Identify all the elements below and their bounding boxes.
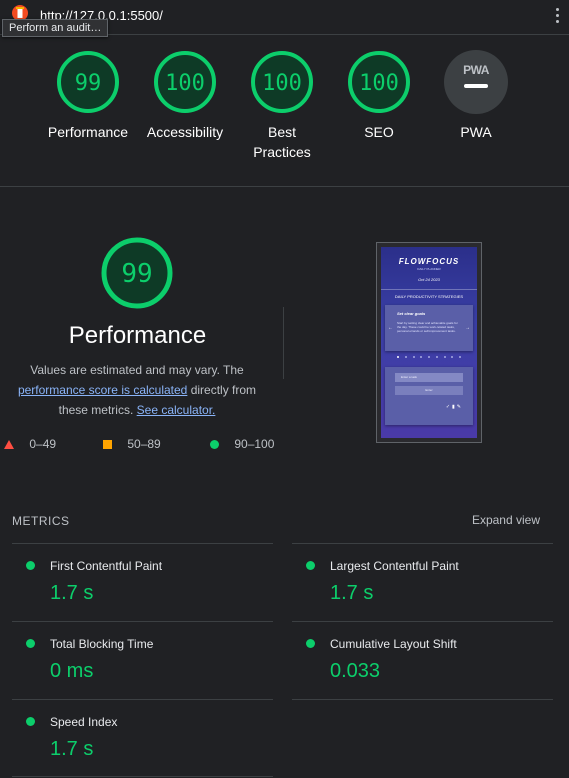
shot-left-arrow-icon: ← bbox=[388, 325, 393, 331]
desc-text-1: Values are estimated and may vary. The bbox=[30, 363, 244, 377]
score-calculated-link[interactable]: performance score is calculated bbox=[18, 383, 187, 397]
metric-value: 0.033 bbox=[330, 660, 381, 682]
shot-card: ← → Set clear goals Start by setting cle… bbox=[385, 305, 473, 351]
shot-carousel-dots bbox=[397, 356, 461, 358]
legend-average: 50–89 bbox=[103, 437, 161, 451]
metric-name: Largest Contentful Paint bbox=[330, 559, 459, 573]
shot-card-text: Start by setting clear and achievable go… bbox=[397, 321, 458, 333]
pwa-badge-icon: PWA bbox=[444, 50, 508, 114]
legend-fail-label: 0–49 bbox=[29, 437, 57, 451]
legend-pass-label: 90–100 bbox=[234, 437, 275, 451]
shot-task-form: Enter a task Enter ✓▮✎ bbox=[385, 367, 473, 425]
score-gauges: 99 Performance 100 Accessibility 100 Bes… bbox=[0, 34, 569, 187]
performance-score: 99 bbox=[121, 259, 152, 289]
metric-cls: Cumulative Layout Shift 0.033 bbox=[292, 621, 553, 699]
metric-name: Speed Index bbox=[50, 715, 118, 729]
metric-name: Cumulative Layout Shift bbox=[330, 637, 457, 651]
legend-fail: 0–49 bbox=[4, 437, 56, 451]
pass-circle-icon bbox=[306, 639, 315, 648]
shot-right-arrow-icon: → bbox=[465, 325, 470, 331]
metric-value: 1.7 s bbox=[330, 582, 374, 604]
pwa-badge-text: PWA bbox=[463, 63, 489, 77]
metric-fcp: First Contentful Paint 1.7 s bbox=[12, 543, 273, 621]
fail-triangle-icon bbox=[4, 440, 14, 450]
metric-si: Speed Index 1.7 s bbox=[12, 699, 273, 777]
metric-value: 0 ms bbox=[50, 660, 94, 682]
gauge-best-practices-value: 100 bbox=[262, 71, 302, 96]
performance-description: Values are estimated and may vary. The p… bbox=[12, 360, 262, 420]
pass-circle-icon bbox=[26, 717, 35, 726]
gauge-accessibility[interactable]: 100 Accessibility bbox=[135, 50, 235, 142]
shot-divider bbox=[381, 289, 477, 290]
gauge-best-practices-label: Best Practices bbox=[253, 124, 311, 160]
gauge-seo-value: 100 bbox=[359, 71, 399, 96]
pwa-dash-icon bbox=[464, 84, 488, 88]
shot-task-input: Enter a task bbox=[395, 373, 463, 382]
gauge-seo[interactable]: 100 SEO bbox=[329, 50, 429, 142]
metric-name: First Contentful Paint bbox=[50, 559, 163, 573]
gauge-pwa[interactable]: PWA PWA bbox=[426, 50, 526, 142]
gauge-performance-value: 99 bbox=[75, 71, 102, 96]
gauge-pwa-label: PWA bbox=[460, 124, 492, 140]
screenshot-content: FLOWFOCUS DAILY PLANNER Oct 24 2023 DAIL… bbox=[381, 247, 477, 438]
vertical-divider bbox=[283, 307, 284, 379]
gauge-performance[interactable]: 99 Performance bbox=[38, 50, 138, 142]
shot-brand: FLOWFOCUS bbox=[398, 257, 460, 266]
performance-title: Performance bbox=[68, 322, 207, 349]
pass-circle-icon bbox=[26, 639, 35, 648]
metric-tbt: Total Blocking Time 0 ms bbox=[12, 621, 273, 699]
final-screenshot[interactable]: FLOWFOCUS DAILY PLANNER Oct 24 2023 DAIL… bbox=[376, 242, 482, 443]
legend-average-label: 50–89 bbox=[127, 437, 161, 451]
pass-circle-icon bbox=[306, 561, 315, 570]
gauge-accessibility-label: Accessibility bbox=[146, 124, 224, 140]
expand-view-button[interactable]: Expand view bbox=[472, 513, 540, 527]
metric-name: Total Blocking Time bbox=[50, 637, 154, 651]
shot-heading: DAILY PRODUCTIVITY STRATEGIES bbox=[394, 294, 464, 299]
metric-lcp: Largest Contentful Paint 1.7 s bbox=[292, 543, 553, 621]
shot-action-icons: ✓▮✎ bbox=[445, 404, 463, 410]
metrics-bottom-divider bbox=[12, 776, 273, 777]
performance-gauge-large: 99 bbox=[72, 236, 202, 310]
metric-divider bbox=[292, 699, 553, 700]
shot-enter-button: Enter bbox=[395, 386, 463, 395]
metrics-heading: METRICS bbox=[12, 514, 70, 528]
legend-pass: 90–100 bbox=[210, 437, 274, 451]
average-square-icon bbox=[103, 440, 112, 450]
see-calculator-link[interactable]: See calculator. bbox=[137, 403, 216, 417]
gauge-seo-label: SEO bbox=[364, 124, 394, 140]
shot-card-title: Set clear goals bbox=[397, 311, 426, 316]
metric-value: 1.7 s bbox=[50, 582, 94, 604]
gauge-performance-label: Performance bbox=[47, 124, 129, 140]
metric-value: 1.7 s bbox=[50, 738, 94, 760]
pass-circle-icon bbox=[26, 561, 35, 570]
gauge-accessibility-value: 100 bbox=[165, 71, 205, 96]
shot-subtitle: DAILY PLANNER bbox=[417, 267, 441, 271]
gauge-best-practices[interactable]: 100 Best Practices bbox=[232, 50, 332, 162]
shot-date: Oct 24 2023 bbox=[418, 277, 440, 282]
more-options-icon[interactable] bbox=[554, 8, 560, 24]
pass-circle-icon bbox=[210, 440, 219, 450]
